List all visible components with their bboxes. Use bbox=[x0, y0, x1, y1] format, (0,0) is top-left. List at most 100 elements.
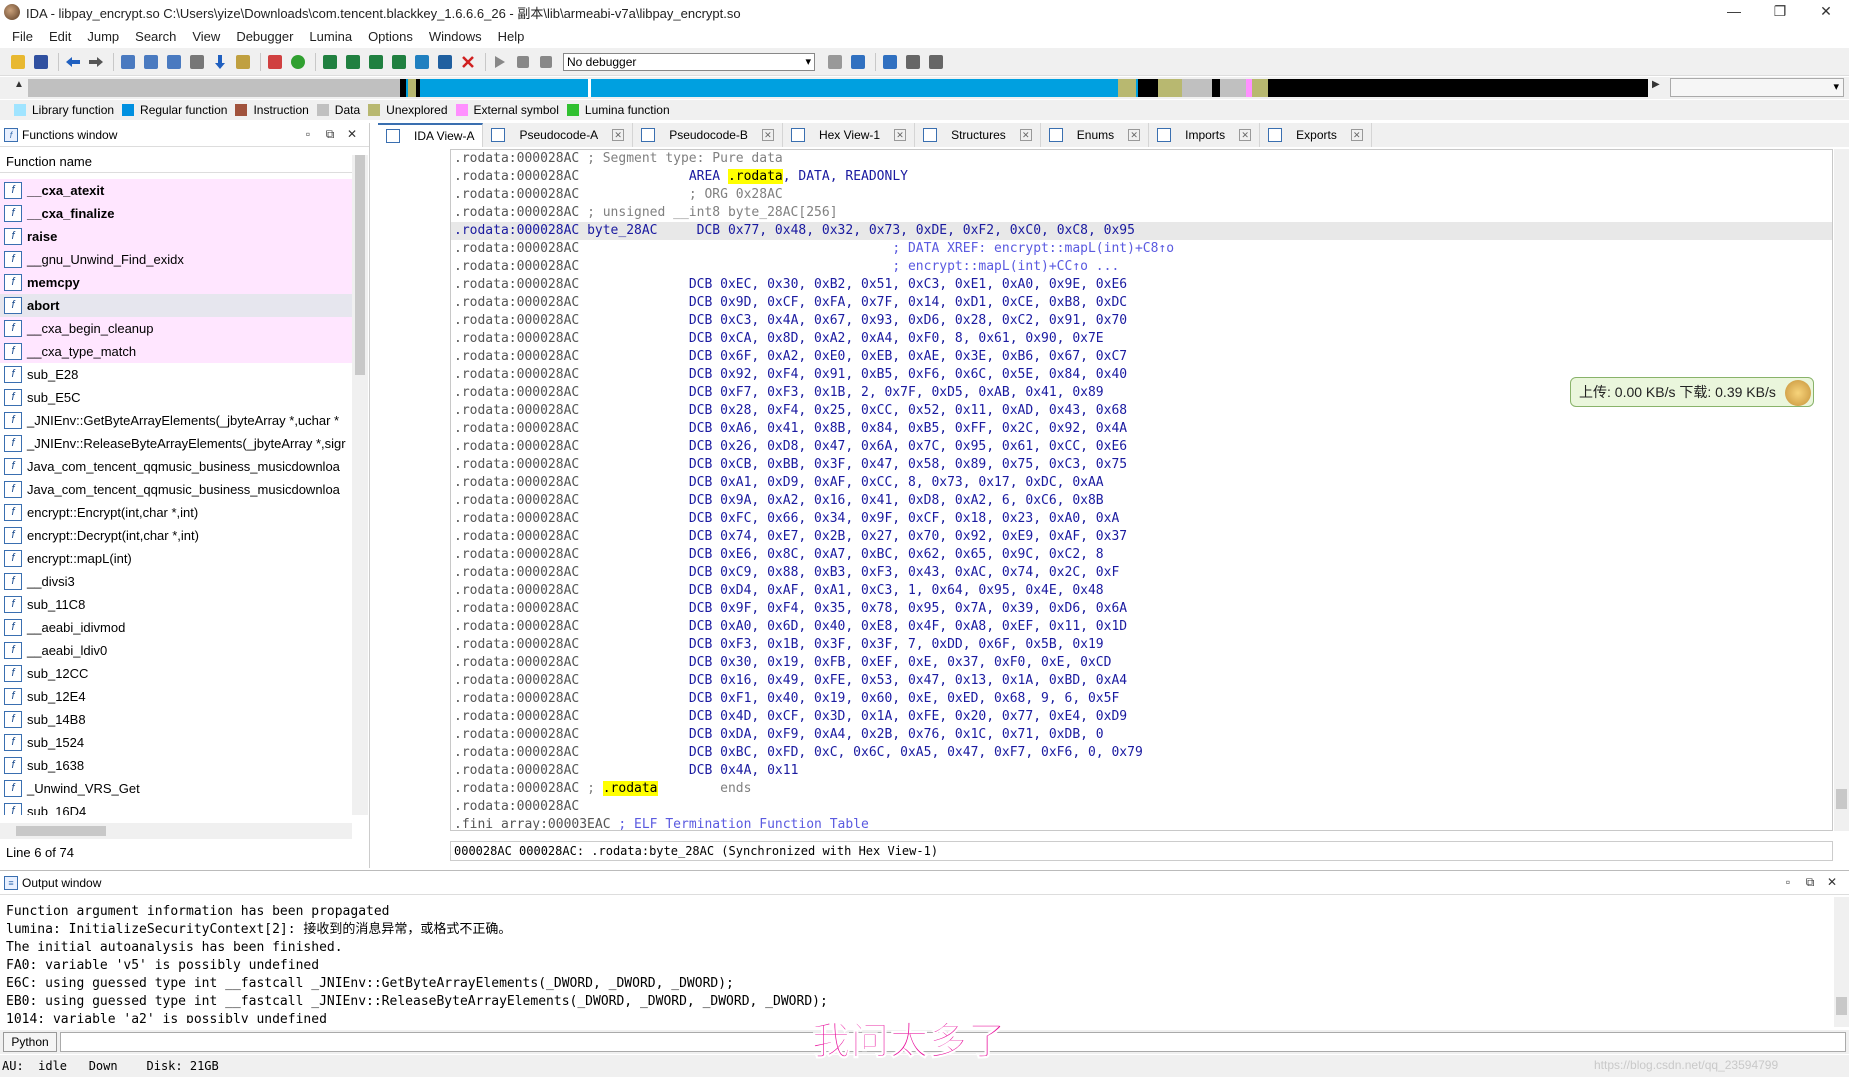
pane-close-icon[interactable]: ✕ bbox=[341, 127, 363, 142]
tab-close-icon[interactable]: ✕ bbox=[761, 129, 774, 141]
debugger-select[interactable]: No debugger bbox=[563, 52, 815, 71]
tab-pseudocode-b[interactable]: Pseudocode-B ✕ bbox=[633, 123, 783, 147]
disasm-line[interactable]: .rodata:000028AC DCB 0x9D, 0xCF, 0xFA, 0… bbox=[451, 294, 1832, 312]
function-list-item[interactable]: f sub_E5C bbox=[0, 386, 352, 409]
disasm-line[interactable]: .rodata:000028AC DCB 0xCB, 0xBB, 0x3F, 0… bbox=[451, 456, 1832, 474]
menu-search[interactable]: Search bbox=[127, 29, 184, 44]
function-list-item[interactable]: f __cxa_atexit bbox=[0, 179, 352, 202]
close-button[interactable]: ✕ bbox=[1803, 0, 1849, 24]
output-vertical-scrollbar[interactable] bbox=[1834, 897, 1849, 1027]
function-list-item[interactable]: f sub_12CC bbox=[0, 662, 352, 685]
text-search-icon[interactable] bbox=[141, 52, 161, 72]
module-icon[interactable] bbox=[926, 52, 946, 72]
delete-icon[interactable] bbox=[458, 52, 478, 72]
functions-horizontal-scrollbar[interactable] bbox=[0, 823, 352, 839]
green-circle-icon[interactable] bbox=[288, 52, 308, 72]
function-list-item[interactable]: f __gnu_Unwind_Find_exidx bbox=[0, 248, 352, 271]
disasm-vertical-scrollbar[interactable] bbox=[1834, 149, 1849, 831]
disasm-line[interactable]: .rodata:000028AC DCB 0xA0, 0x6D, 0x40, 0… bbox=[451, 618, 1832, 636]
disasm-line[interactable]: .rodata:000028AC ; Segment type: Pure da… bbox=[451, 150, 1832, 168]
pane-minimize-icon[interactable]: ▫ bbox=[297, 127, 319, 142]
forward-arrow-icon[interactable] bbox=[86, 52, 106, 72]
scroll-thumb[interactable] bbox=[16, 826, 106, 836]
disasm-line[interactable]: .rodata:000028AC DCB 0xF1, 0x40, 0x19, 0… bbox=[451, 690, 1832, 708]
disasm-line[interactable]: .fini_array:00003EAC ; ELF Termination F… bbox=[451, 816, 1832, 830]
binary-search-icon[interactable] bbox=[118, 52, 138, 72]
disasm-line[interactable]: .rodata:000028AC DCB 0x9F, 0xF4, 0x35, 0… bbox=[451, 600, 1832, 618]
disasm-line[interactable]: .rodata:000028AC DCB 0x30, 0x19, 0xFB, 0… bbox=[451, 654, 1832, 672]
function-list-item[interactable]: f abort bbox=[0, 294, 352, 317]
function-list-item[interactable]: f memcpy bbox=[0, 271, 352, 294]
tab-enums[interactable]: Enums ✕ bbox=[1041, 123, 1150, 147]
function-list-item[interactable]: f Java_com_tencent_qqmusic_business_music… bbox=[0, 455, 352, 478]
function-list-item[interactable]: f _Unwind_VRS_Get bbox=[0, 777, 352, 800]
disasm-line[interactable]: .rodata:000028AC DCB 0xFC, 0x66, 0x34, 0… bbox=[451, 510, 1832, 528]
play-icon[interactable] bbox=[490, 52, 510, 72]
function-list-item[interactable]: f sub_1638 bbox=[0, 754, 352, 777]
menu-windows[interactable]: Windows bbox=[421, 29, 490, 44]
function-list-item[interactable]: f __cxa_finalize bbox=[0, 202, 352, 225]
tab-pseudocode-a[interactable]: Pseudocode-A ✕ bbox=[483, 123, 634, 147]
scroll-thumb[interactable] bbox=[1836, 997, 1847, 1015]
nav-dropdown[interactable] bbox=[1670, 78, 1844, 97]
menu-debugger[interactable]: Debugger bbox=[228, 29, 301, 44]
tab-close-icon[interactable]: ✕ bbox=[1019, 129, 1032, 141]
tab-close-icon[interactable]: ✕ bbox=[1239, 129, 1252, 141]
add-segment-icon[interactable] bbox=[366, 52, 386, 72]
disasm-line[interactable]: .rodata:000028AC ; ORG 0x28AC bbox=[451, 186, 1832, 204]
stop-icon[interactable] bbox=[536, 52, 556, 72]
functions-vertical-scrollbar[interactable] bbox=[352, 155, 368, 815]
mark-icon[interactable] bbox=[233, 52, 253, 72]
tab-close-icon[interactable]: ✕ bbox=[1350, 129, 1363, 141]
disasm-line[interactable]: .rodata:000028AC DCB 0xCA, 0x8D, 0xA2, 0… bbox=[451, 330, 1832, 348]
function-list-item[interactable]: f __aeabi_ldiv0 bbox=[0, 639, 352, 662]
disasm-line[interactable]: .rodata:000028AC AREA .rodata, DATA, REA… bbox=[451, 168, 1832, 186]
create-function-icon[interactable] bbox=[320, 52, 340, 72]
disasm-line[interactable]: .rodata:000028AC DCB 0x4D, 0xCF, 0x3D, 0… bbox=[451, 708, 1832, 726]
menu-lumina[interactable]: Lumina bbox=[301, 29, 360, 44]
function-list-item[interactable]: f encrypt::Decrypt(int,char *,int) bbox=[0, 524, 352, 547]
disasm-line[interactable]: .rodata:000028AC DCB 0x9A, 0xA2, 0x16, 0… bbox=[451, 492, 1832, 510]
function-list-item[interactable]: f Java_com_tencent_qqmusic_business_music… bbox=[0, 478, 352, 501]
function-list-item[interactable]: f encrypt::mapL(int) bbox=[0, 547, 352, 570]
immediate-search-icon[interactable] bbox=[164, 52, 184, 72]
python-button[interactable]: Python bbox=[3, 1032, 57, 1052]
function-list-item[interactable]: f sub_E28 bbox=[0, 363, 352, 386]
disasm-line[interactable]: .rodata:000028AC DCB 0xEC, 0x30, 0xB2, 0… bbox=[451, 276, 1832, 294]
scroll-thumb[interactable] bbox=[1836, 789, 1847, 809]
pane-minimize-icon[interactable]: ▫ bbox=[1777, 875, 1799, 890]
disasm-line[interactable]: .rodata:000028AC DCB 0x74, 0xE7, 0x2B, 0… bbox=[451, 528, 1832, 546]
pane-close-icon[interactable]: ✕ bbox=[1821, 875, 1843, 890]
function-list-item[interactable]: f encrypt::Encrypt(int,char *,int) bbox=[0, 501, 352, 524]
navigation-bar[interactable] bbox=[28, 79, 1648, 97]
open-file-icon[interactable] bbox=[8, 52, 28, 72]
disasm-line[interactable]: .rodata:000028AC DCB 0x6F, 0xA2, 0xE0, 0… bbox=[451, 348, 1832, 366]
ida-view-a[interactable]: .rodata:000028AC ; Segment type: Pure da… bbox=[450, 149, 1833, 831]
menu-edit[interactable]: Edit bbox=[41, 29, 79, 44]
nav-left-arrow-icon[interactable]: ▲ bbox=[14, 79, 24, 90]
tab-close-icon[interactable]: ✕ bbox=[894, 129, 907, 141]
tab-close-icon[interactable]: ✕ bbox=[1128, 129, 1141, 141]
tab-imports[interactable]: Imports ✕ bbox=[1149, 123, 1261, 147]
back-arrow-icon[interactable] bbox=[63, 52, 83, 72]
disasm-line[interactable]: .rodata:000028AC ; DATA XREF: encrypt::m… bbox=[451, 240, 1832, 258]
list-icon[interactable] bbox=[880, 52, 900, 72]
disasm-line[interactable]: .rodata:000028AC DCB 0xDA, 0xF9, 0xA4, 0… bbox=[451, 726, 1832, 744]
nav-right-arrow-icon[interactable]: ▶ bbox=[1652, 79, 1660, 90]
tab-ida-view-a[interactable]: IDA View-A bbox=[378, 123, 484, 147]
menu-file[interactable]: File bbox=[4, 29, 41, 44]
down-arrow-icon[interactable] bbox=[210, 52, 230, 72]
disasm-line[interactable]: .rodata:000028AC DCB 0xF3, 0x1B, 0x3F, 0… bbox=[451, 636, 1832, 654]
disasm-line[interactable]: .rodata:000028AC byte_28AC DCB 0x77, 0x4… bbox=[451, 222, 1832, 240]
thread-icon[interactable] bbox=[903, 52, 923, 72]
disasm-line[interactable]: .rodata:000028AC DCB 0x4A, 0x11 bbox=[451, 762, 1832, 780]
tab-close-icon[interactable]: ✕ bbox=[612, 129, 625, 141]
disasm-line[interactable]: .rodata:000028AC bbox=[451, 798, 1832, 816]
tab-structures[interactable]: Structures ✕ bbox=[915, 123, 1041, 147]
menu-jump[interactable]: Jump bbox=[79, 29, 127, 44]
disasm-line[interactable]: .rodata:000028AC DCB 0xBC, 0xFD, 0xC, 0x… bbox=[451, 744, 1832, 762]
function-list-item[interactable]: f sub_16D4 bbox=[0, 800, 352, 815]
pane-float-icon[interactable]: ⧉ bbox=[1799, 875, 1821, 890]
pane-float-icon[interactable]: ⧉ bbox=[319, 127, 341, 142]
disasm-line[interactable]: .rodata:000028AC DCB 0x16, 0x49, 0xFE, 0… bbox=[451, 672, 1832, 690]
